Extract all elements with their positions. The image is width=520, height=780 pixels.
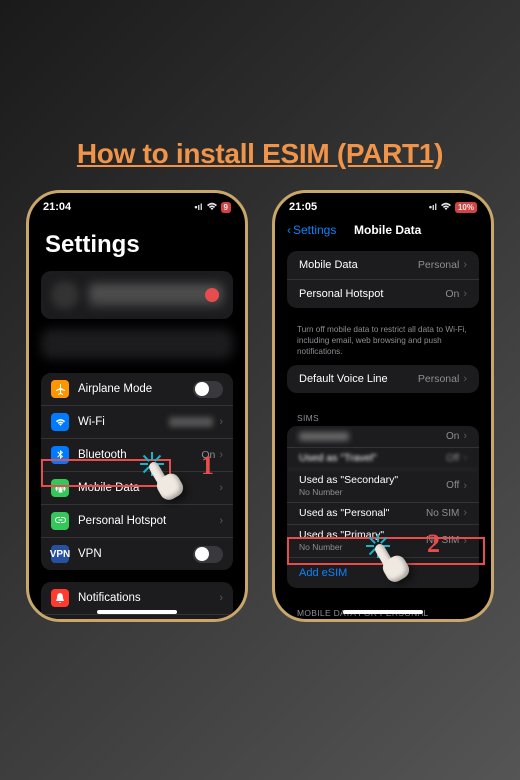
- sim-row-3[interactable]: Used as "Secondary" No Number Off ›: [287, 470, 479, 503]
- personal-hotspot-label: Personal Hotspot: [299, 288, 445, 300]
- sim-1-label-blurred: [299, 432, 349, 441]
- wifi-label: Wi-Fi: [78, 416, 169, 428]
- sim-4-value: No SIM: [426, 508, 459, 519]
- chevron-right-icon: ›: [219, 592, 223, 604]
- personal-hotspot-row[interactable]: Personal Hotspot ›: [41, 505, 233, 538]
- mobile-data-label: Mobile Data: [299, 259, 418, 271]
- wifi-icon: [440, 202, 452, 213]
- current-period-row[interactable]: Current Period 7,9 GB: [287, 621, 479, 622]
- status-icons: •ıl 9: [194, 202, 231, 213]
- usage-section: Current Period 7,9 GB: [287, 621, 479, 622]
- suggestion-row-blurred[interactable]: [41, 329, 233, 359]
- sim-2-value: Off: [446, 453, 459, 464]
- sim-row-5[interactable]: Used as "Primary" No Number No SIM ›: [287, 525, 479, 558]
- sims-label: SIMs: [275, 405, 491, 426]
- wifi-icon: [51, 413, 69, 431]
- bell-icon: [51, 589, 69, 607]
- mobile-data-value: Personal: [418, 259, 459, 271]
- personal-hotspot-row[interactable]: Personal Hotspot On ›: [287, 280, 479, 308]
- chevron-right-icon: ›: [219, 416, 223, 428]
- sim-row-4[interactable]: Used as "Personal" No SIM ›: [287, 503, 479, 525]
- airplane-mode-toggle[interactable]: [193, 381, 223, 398]
- vpn-toggle[interactable]: [193, 546, 223, 563]
- nav-bar: ‹ Settings Mobile Data: [275, 217, 491, 241]
- personal-hotspot-label: Personal Hotspot: [78, 515, 219, 527]
- default-voice-label: Default Voice Line: [299, 373, 418, 385]
- wifi-icon: [206, 202, 218, 213]
- phones-container: 21:04 •ıl 9 Settings Airplane Mode: [0, 190, 520, 622]
- chevron-right-icon: ›: [463, 480, 467, 492]
- hotspot-icon: [51, 512, 69, 530]
- notification-badge: [205, 288, 219, 302]
- phone-mobile-data: 21:05 •ıl 10% ‹ Settings Mobile Data Mob…: [272, 190, 494, 622]
- bluetooth-icon: [51, 446, 69, 464]
- chevron-right-icon: ›: [219, 482, 223, 494]
- vpn-icon: VPN: [51, 545, 69, 563]
- home-indicator[interactable]: [97, 610, 177, 614]
- chevron-right-icon: ›: [463, 507, 467, 519]
- phone-settings: 21:04 •ıl 9 Settings Airplane Mode: [26, 190, 248, 622]
- antenna-icon: [51, 479, 69, 497]
- data-section: Mobile Data Personal › Personal Hotspot …: [287, 251, 479, 308]
- sim-4-label: Used as "Personal": [299, 507, 426, 519]
- chevron-right-icon: ›: [463, 259, 467, 271]
- sim-5-label: Used as "Primary": [299, 529, 426, 541]
- home-indicator[interactable]: [343, 610, 423, 614]
- wifi-row[interactable]: Wi-Fi ›: [41, 406, 233, 439]
- chevron-right-icon: ›: [463, 288, 467, 300]
- step-number-1: 1: [201, 451, 214, 481]
- help-text: Turn off mobile data to restrict all dat…: [275, 320, 491, 365]
- page-title: How to install ESIM (PART1): [0, 0, 520, 170]
- clock: 21:05: [289, 201, 317, 213]
- clock: 21:04: [43, 201, 71, 213]
- sim-row-1[interactable]: On ›: [287, 426, 479, 448]
- sim-2-label: Used as "Travel": [299, 452, 446, 464]
- signal-icon: •ıl: [194, 202, 202, 212]
- chevron-left-icon: ‹: [287, 223, 291, 237]
- apple-id-row[interactable]: [41, 271, 233, 319]
- user-name-blurred: [89, 284, 223, 306]
- sim-3-sub: No Number: [299, 487, 446, 497]
- battery-icon: 10%: [455, 202, 477, 213]
- battery-icon: 9: [221, 202, 231, 213]
- signal-icon: •ıl: [429, 202, 437, 212]
- sim-3-value: Off: [446, 480, 459, 491]
- sim-5-sub: No Number: [299, 542, 426, 552]
- notifications-label: Notifications: [78, 592, 219, 604]
- sims-section: On › Used as "Travel" Off › Used as "Sec…: [287, 426, 479, 588]
- status-icons: •ıl 10%: [429, 202, 477, 213]
- sim-row-2[interactable]: Used as "Travel" Off ›: [287, 448, 479, 470]
- notch: [92, 193, 182, 211]
- bluetooth-label: Bluetooth: [78, 449, 201, 461]
- notifications-section: Notifications › Sounds & Haptics › Focus…: [41, 582, 233, 622]
- default-voice-row[interactable]: Default Voice Line Personal ›: [287, 365, 479, 393]
- personal-hotspot-value: On: [445, 288, 459, 300]
- mobile-data-row[interactable]: Mobile Data Personal ›: [287, 251, 479, 280]
- mobile-data-label: Mobile Data: [78, 482, 219, 494]
- sounds-row[interactable]: Sounds & Haptics ›: [41, 615, 233, 622]
- notch: [338, 193, 428, 211]
- chevron-right-icon: ›: [463, 535, 467, 547]
- chevron-right-icon: ›: [463, 373, 467, 385]
- airplane-mode-row[interactable]: Airplane Mode: [41, 373, 233, 406]
- chevron-right-icon: ›: [219, 515, 223, 527]
- sim-3-label: Used as "Secondary": [299, 474, 446, 486]
- airplane-mode-label: Airplane Mode: [78, 383, 193, 395]
- step-number-2: 2: [427, 529, 440, 559]
- vpn-label: VPN: [78, 548, 193, 560]
- chevron-right-icon: ›: [219, 449, 223, 461]
- voice-section: Default Voice Line Personal ›: [287, 365, 479, 393]
- nav-title: Mobile Data: [296, 223, 479, 237]
- sim-1-value: On: [446, 431, 459, 442]
- default-voice-value: Personal: [418, 373, 459, 385]
- chevron-right-icon: ›: [463, 430, 467, 442]
- airplane-icon: [51, 380, 69, 398]
- add-esim-row[interactable]: Add eSIM: [287, 558, 479, 588]
- vpn-row[interactable]: VPN VPN: [41, 538, 233, 570]
- avatar: [51, 281, 79, 309]
- wifi-value-blurred: [169, 417, 213, 427]
- chevron-right-icon: ›: [463, 452, 467, 464]
- settings-heading: Settings: [29, 217, 245, 267]
